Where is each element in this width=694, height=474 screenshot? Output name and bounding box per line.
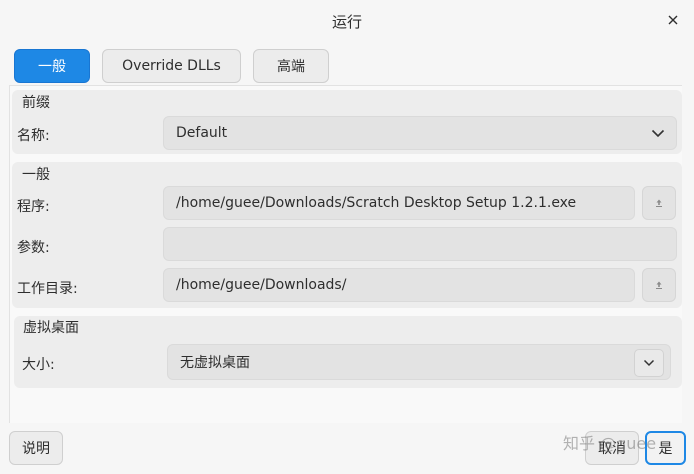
general-section-title: 一般 [22, 167, 50, 183]
program-label: 程序: [17, 199, 50, 215]
working-directory-input-value: /home/guee/Downloads/ [176, 277, 347, 293]
chevron-down-icon [650, 125, 666, 141]
upload-icon [656, 199, 662, 207]
prefix-section: 前缀 名称: Default [12, 90, 682, 154]
program-input[interactable]: /home/guee/Downloads/Scratch Desktop Set… [163, 186, 635, 220]
close-button[interactable] [662, 9, 684, 31]
window-title: 运行 [331, 13, 362, 31]
upload-icon [656, 281, 662, 289]
help-button[interactable]: 说明 [9, 431, 63, 465]
arguments-input[interactable] [163, 227, 677, 261]
chevron-down-icon [643, 359, 655, 367]
working-directory-browse-button[interactable] [642, 268, 676, 302]
title-bar: 运行 [0, 0, 694, 40]
virtual-desktop-section: 虚拟桌面 大小: 无虚拟桌面 [14, 316, 682, 388]
ok-button[interactable]: 是 [645, 431, 686, 465]
tab-bar: 一般 Override DLLs 高端 [14, 49, 329, 83]
prefix-name-label: 名称: [17, 128, 50, 144]
general-section: 一般 程序: /home/guee/Downloads/Scratch Desk… [12, 162, 682, 308]
cancel-button[interactable]: 取消 [585, 431, 639, 465]
run-dialog: 运行 一般 Override DLLs 高端 前缀 名称: Default 一般… [0, 0, 694, 474]
program-browse-button[interactable] [642, 186, 676, 220]
program-input-value: /home/guee/Downloads/Scratch Desktop Set… [176, 195, 577, 211]
tab-general[interactable]: 一般 [14, 49, 90, 83]
close-icon [668, 15, 678, 25]
prefix-select-value: Default [176, 125, 228, 141]
tab-override-dlls[interactable]: Override DLLs [102, 49, 241, 83]
desktop-size-select-value: 无虚拟桌面 [180, 355, 250, 371]
desktop-size-dropdown-button[interactable] [634, 349, 664, 377]
desktop-size-label: 大小: [22, 357, 55, 373]
working-directory-label: 工作目录: [17, 281, 78, 297]
working-directory-input[interactable]: /home/guee/Downloads/ [163, 268, 635, 302]
arguments-label: 参数: [17, 240, 50, 256]
prefix-select[interactable]: Default [163, 116, 677, 150]
tab-advanced[interactable]: 高端 [253, 49, 329, 83]
prefix-section-title: 前缀 [22, 95, 50, 111]
desktop-size-select[interactable]: 无虚拟桌面 [167, 344, 671, 380]
virtual-desktop-section-title: 虚拟桌面 [23, 320, 79, 336]
